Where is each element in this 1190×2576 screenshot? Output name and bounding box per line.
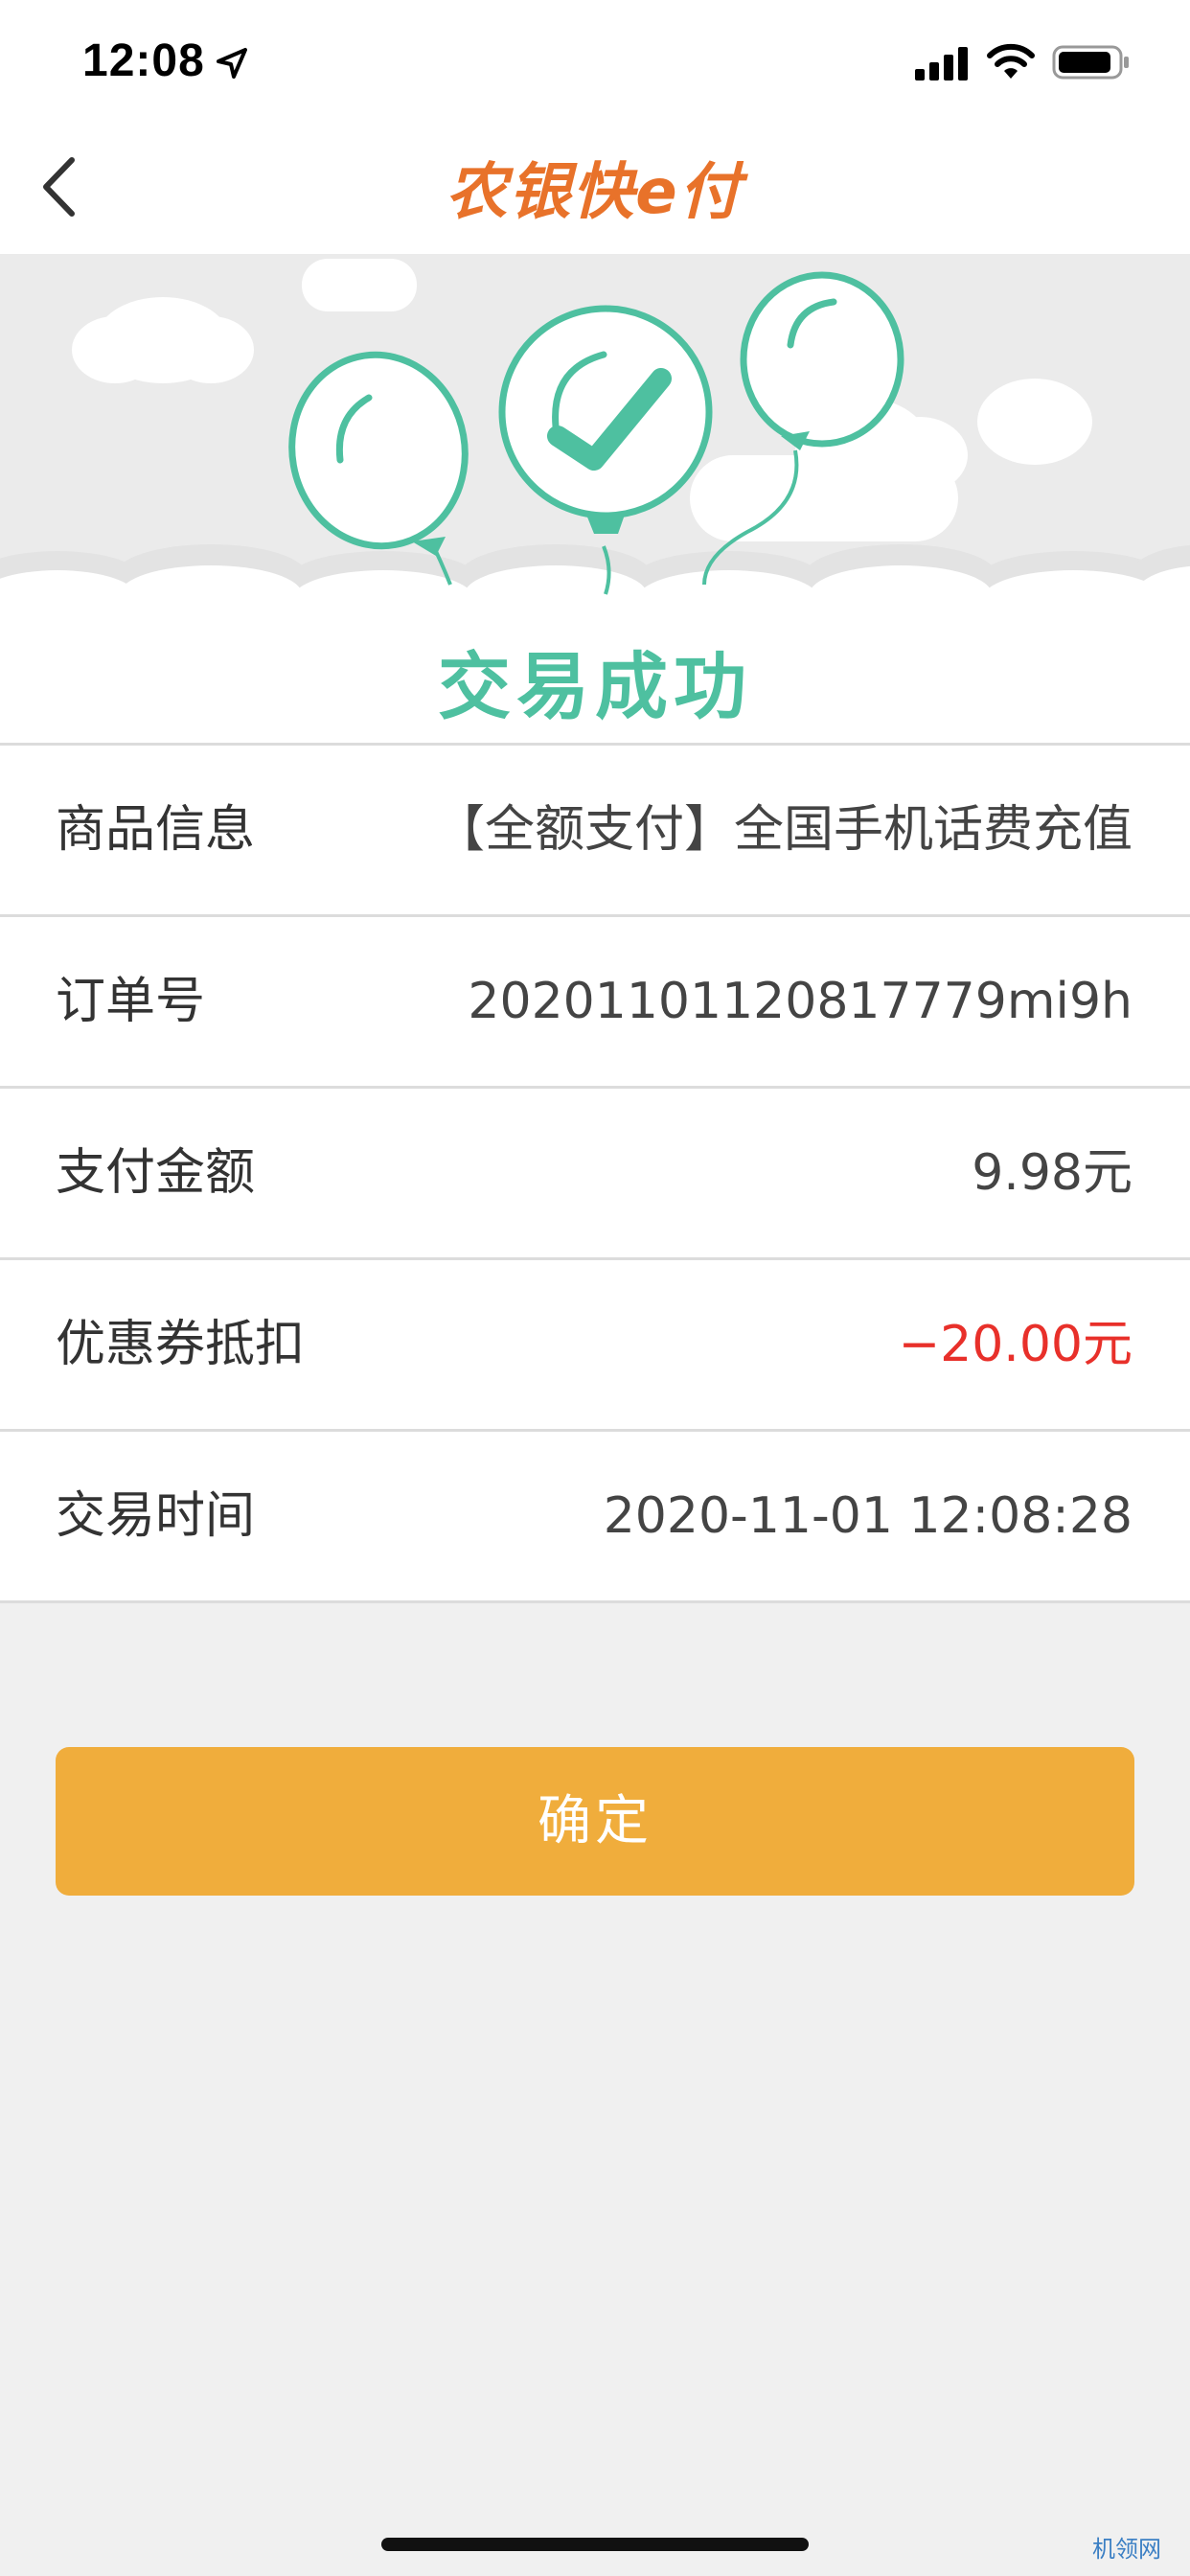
detail-value: 9.98元 [972,1144,1133,1202]
location-arrow-icon [217,48,247,79]
detail-value: −20.00元 [898,1316,1133,1373]
detail-row-order-number: 订单号 20201101120817779mi9h [0,917,1190,1089]
success-hero: 交易成功 [0,254,1190,743]
home-indicator[interactable] [381,2538,809,2551]
battery-icon [1052,45,1129,80]
chevron-left-icon[interactable] [29,149,96,225]
app-logo: 农银快e付 [422,144,767,230]
detail-value: 20201101120817779mi9h [468,973,1133,1030]
wifi-icon [987,43,1035,79]
detail-row-transaction-time: 交易时间 2020-11-01 12:08:28 [0,1432,1190,1603]
watermark: 机领网 [1092,2536,1161,2563]
nav-bar: 农银快e付 [0,120,1190,254]
logo-text: 农银快e付 [446,157,743,228]
detail-label: 交易时间 [56,1487,256,1545]
detail-label: 订单号 [56,973,206,1030]
detail-row-product: 商品信息 【全额支付】全国手机话费充值 [0,746,1190,917]
status-bar: 12:08 [0,0,1190,120]
success-title: 交易成功 [438,644,752,729]
cellular-signal-icon [915,47,968,80]
transaction-details: 商品信息 【全额支付】全国手机话费充值 订单号 2020110112081777… [0,743,1190,1603]
detail-label: 商品信息 [56,801,256,859]
confirm-button[interactable]: 确定 [56,1747,1134,1896]
detail-value: 2020-11-01 12:08:28 [603,1487,1133,1545]
detail-value: 【全额支付】全国手机话费充值 [434,801,1133,859]
detail-label: 支付金额 [56,1144,256,1202]
detail-row-payment-amount: 支付金额 9.98元 [0,1089,1190,1260]
status-time: 12:08 [82,35,205,86]
detail-row-coupon-discount: 优惠券抵扣 −20.00元 [0,1260,1190,1432]
detail-label: 优惠券抵扣 [56,1316,306,1373]
